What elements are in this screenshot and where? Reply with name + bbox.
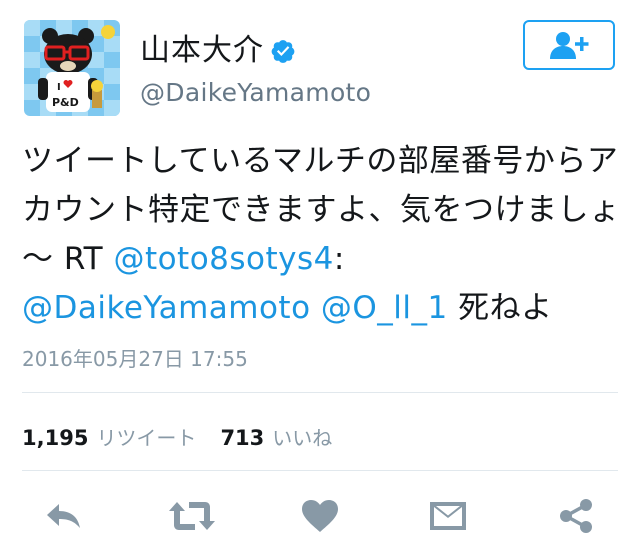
- retweet-count[interactable]: 1,195: [22, 426, 88, 450]
- tweet-colon: :: [333, 241, 345, 277]
- like-icon: [302, 500, 338, 532]
- tweet-actions: [0, 488, 640, 544]
- follow-user-icon: [550, 32, 589, 59]
- mention-link[interactable]: @DaikeYamamoto: [22, 290, 311, 326]
- avatar[interactable]: I P&D: [24, 20, 120, 116]
- like-label[interactable]: いいね: [272, 422, 332, 451]
- svg-text:P&D: P&D: [52, 96, 79, 109]
- tweet-stats: 1,195 リツイート 713 いいね: [22, 422, 332, 451]
- like-button[interactable]: [290, 488, 350, 544]
- tweet-text: ツイートしているマルチの部屋番号からアカウント特定できますよ、気をつけましょ～ …: [22, 137, 622, 333]
- retweet-icon: [169, 502, 215, 530]
- name-row: 山本大介: [140, 34, 296, 68]
- follow-button[interactable]: [523, 20, 615, 70]
- retweet-label[interactable]: リツイート: [96, 422, 196, 451]
- tweet-body-end: 死ねよ: [447, 290, 553, 326]
- message-button[interactable]: [418, 488, 478, 544]
- user-handle[interactable]: @DaikeYamamoto: [140, 78, 371, 107]
- tweet-header: I P&D 山本大介 @DaikeYamamoto: [24, 20, 616, 116]
- reply-icon: [47, 504, 80, 528]
- display-name[interactable]: 山本大介: [140, 34, 264, 68]
- like-count[interactable]: 713: [220, 426, 264, 450]
- share-icon: [560, 499, 592, 533]
- divider: [22, 470, 618, 471]
- divider: [22, 392, 618, 393]
- share-button[interactable]: [546, 488, 606, 544]
- mention-link[interactable]: @O_ll_1: [321, 290, 448, 326]
- message-icon: [430, 502, 466, 530]
- svg-text:I: I: [57, 82, 61, 93]
- tweet-timestamp[interactable]: 2016年05月27日 17:55: [22, 343, 248, 372]
- mention-link[interactable]: @toto8sotys4: [113, 241, 333, 277]
- reply-button[interactable]: [34, 488, 94, 544]
- retweet-button[interactable]: [162, 488, 222, 544]
- verified-icon: [271, 40, 295, 63]
